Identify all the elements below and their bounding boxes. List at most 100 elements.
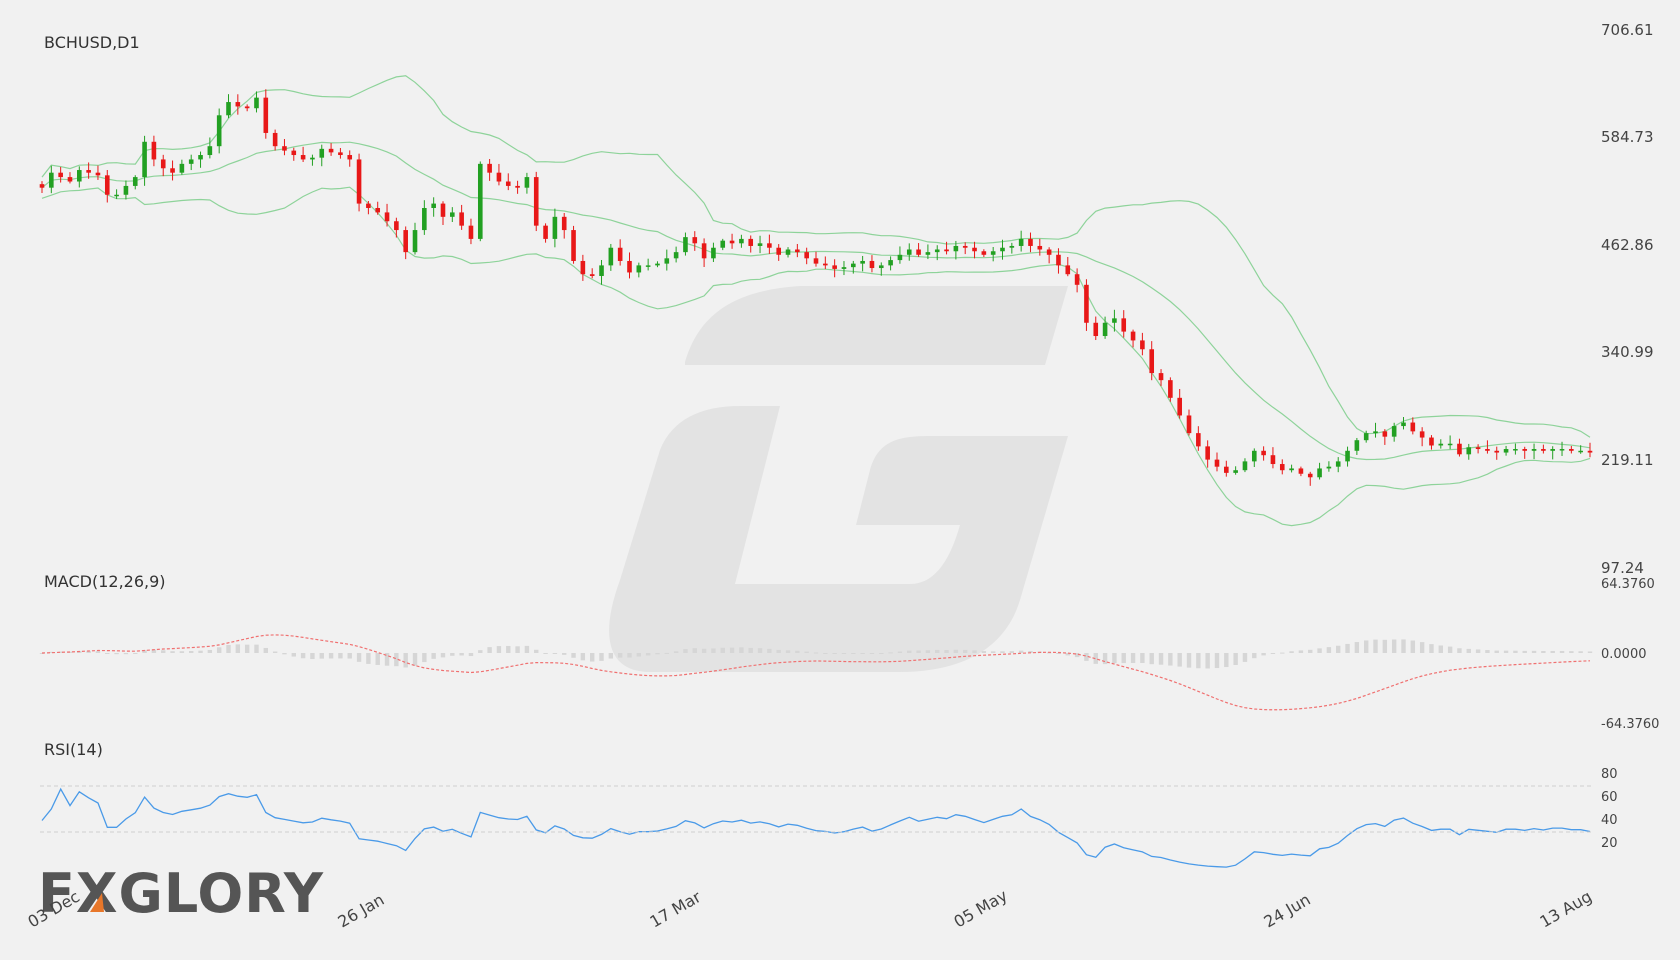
candle-body [1429, 437, 1434, 446]
macd-bar [589, 653, 595, 662]
candle [1046, 247, 1052, 264]
rsi-tick-20: 20 [1601, 836, 1618, 851]
candle [729, 233, 735, 249]
fxglory-logo: FXGLORY [38, 862, 323, 925]
macd-bar [459, 653, 464, 656]
macd-bar [1242, 653, 1248, 662]
candle-body [310, 157, 315, 160]
candle [151, 135, 157, 167]
candle [701, 238, 707, 268]
macd-bar [776, 649, 781, 653]
candle-body [543, 225, 548, 239]
candle-body [272, 132, 278, 147]
rsi-series [41, 787, 1591, 868]
candle [627, 252, 632, 279]
candle-body [282, 146, 287, 151]
date-label-3: 05 May [951, 886, 1011, 932]
macd-bar [468, 653, 474, 657]
candle-body [254, 97, 259, 109]
candle-body [431, 203, 436, 208]
macd-bar [701, 648, 707, 653]
candle-body [95, 172, 101, 176]
macd-bar [543, 653, 548, 654]
date-label-1: 26 Jan [335, 890, 388, 932]
candle [394, 217, 399, 238]
candle [711, 242, 716, 262]
candle-body [1410, 422, 1416, 432]
macd-bar [1429, 644, 1434, 653]
candle-body [683, 237, 688, 253]
macd-bar [1130, 653, 1136, 664]
macd-bar [524, 645, 530, 653]
candle-body [1084, 284, 1089, 323]
candle [1475, 444, 1481, 454]
candle [1121, 310, 1127, 338]
candle [645, 258, 651, 271]
macd-bar [356, 653, 362, 662]
candle-body [1140, 340, 1145, 350]
candle-body [49, 172, 54, 188]
candle-body [1447, 443, 1453, 446]
candle-body [179, 163, 185, 173]
candle-body [1438, 443, 1444, 446]
candle [132, 175, 138, 190]
candle-body [291, 150, 297, 156]
macd-bar [1336, 645, 1341, 653]
candle-body [860, 260, 865, 264]
candle [487, 159, 492, 181]
chart-stage: BCHUSD,D1 MACD(12,26,9) RSI(14) 706.61 5… [0, 0, 1680, 960]
candle-body [244, 106, 250, 109]
candle [1130, 329, 1136, 348]
candle [226, 94, 231, 119]
candle-body [505, 181, 511, 186]
candle [95, 165, 101, 180]
candle [1354, 437, 1360, 455]
candle-body [1391, 426, 1397, 437]
macd-bar [1270, 653, 1276, 654]
candle-body [1233, 470, 1238, 473]
macd-bar [664, 652, 669, 654]
candle [1270, 447, 1276, 469]
candle-body [347, 155, 353, 160]
candle-body [1102, 322, 1108, 337]
macd-bar [1158, 653, 1164, 665]
macd-bar [263, 647, 269, 653]
candle-body [1531, 449, 1537, 451]
candle [1251, 448, 1257, 468]
candle-body [1513, 449, 1518, 451]
candle [524, 172, 530, 194]
candle-body [123, 185, 129, 195]
macd-bar [300, 653, 306, 659]
candle-body [459, 212, 464, 226]
macd-bar [1261, 653, 1266, 656]
candle [1550, 446, 1555, 460]
candle-body [1298, 468, 1304, 474]
macd-bar [711, 648, 716, 653]
candle-body [851, 263, 856, 268]
macd-bar [189, 650, 194, 653]
macd-bar [1298, 650, 1304, 653]
macd-bar [655, 653, 660, 655]
candle [776, 244, 781, 261]
candle-body [841, 267, 847, 269]
candle [1447, 435, 1453, 450]
macd-bar [1280, 652, 1285, 654]
macd-bar [1503, 650, 1509, 653]
candle [1345, 446, 1350, 467]
candle [216, 108, 222, 154]
macd-bar [310, 653, 315, 660]
candle [170, 160, 175, 181]
candle-body [328, 148, 334, 153]
macd-bar [1252, 653, 1257, 659]
macd-bar [319, 653, 324, 659]
candle-body [869, 260, 875, 269]
macd-bar [1401, 639, 1406, 653]
candle-body [1559, 449, 1565, 451]
candle-body [1475, 447, 1481, 450]
candle [1205, 440, 1210, 468]
candle [477, 161, 483, 242]
candle [1503, 445, 1509, 456]
macd-bar [534, 649, 539, 653]
candle [636, 262, 642, 278]
macd-bar [226, 644, 231, 653]
